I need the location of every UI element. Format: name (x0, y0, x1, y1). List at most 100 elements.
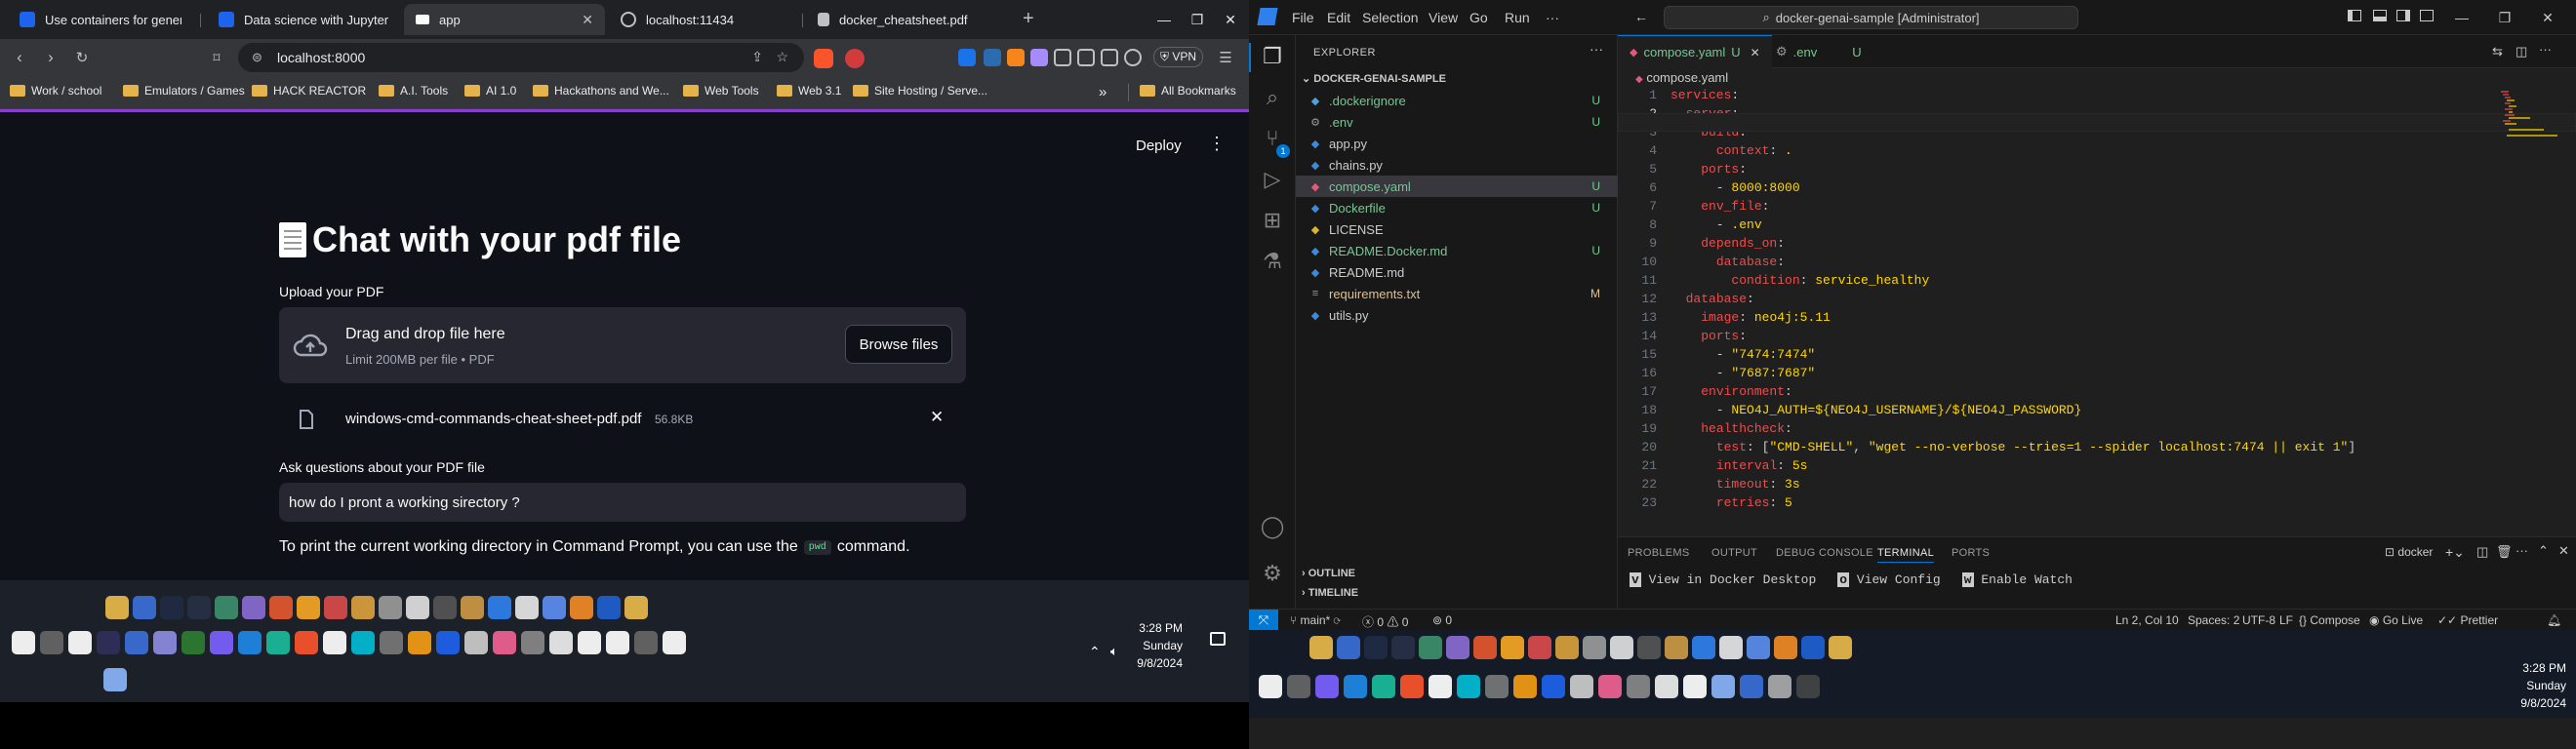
pinned-app-icon[interactable] (433, 596, 457, 619)
timeline-section[interactable]: › TIMELINE (1302, 587, 1358, 599)
maximize-panel-icon[interactable]: ⌃ (2538, 543, 2549, 559)
pinned-app-icon[interactable] (105, 596, 129, 619)
taskbar-app-icon[interactable] (521, 631, 544, 654)
menu-edit[interactable]: Edit (1327, 10, 1350, 25)
pinned-app-icon[interactable] (242, 596, 265, 619)
chevron-up-icon[interactable]: ⌃ (1089, 644, 1101, 660)
all-bookmarks[interactable]: All Bookmarks (1140, 84, 1236, 98)
pinned-app-icon[interactable] (515, 596, 539, 619)
volume-icon[interactable]: 🔈︎ (1110, 644, 1118, 659)
file-tree-item[interactable]: ◆ Dockerfile U (1296, 197, 1618, 218)
split-editor-icon[interactable]: ◫ (2516, 44, 2527, 59)
kill-terminal-icon[interactable]: 🗑︎ (2496, 544, 2513, 560)
extension-purple-icon[interactable] (1030, 49, 1048, 66)
command-center[interactable]: ⌕ docker-genai-sample [Administrator] (1664, 6, 2078, 29)
file-dropzone[interactable]: Drag and drop file here Limit 200MB per … (279, 307, 966, 383)
pinned-app-icon[interactable] (187, 596, 211, 619)
menu-selection[interactable]: Selection (1362, 10, 1419, 25)
bookmark-folder[interactable]: AI 1.0 (464, 84, 516, 98)
metamask-icon[interactable] (1007, 49, 1025, 66)
bookmark-folder[interactable]: Site Hosting / Serve... (853, 84, 987, 98)
taskbar-app-icon[interactable] (68, 631, 92, 654)
bookmark-folder[interactable]: Web Tools (683, 84, 759, 98)
taskbar-app-icon[interactable] (1542, 675, 1565, 698)
remove-file-icon[interactable]: ✕ (930, 408, 944, 427)
restore-button[interactable]: ❐ (1181, 0, 1214, 39)
pinned-app-icon[interactable] (1501, 636, 1524, 659)
taskbar-app-icon[interactable] (266, 631, 290, 654)
file-tree-item[interactable]: ◆ README.Docker.md U (1296, 240, 1618, 261)
pinned-app-icon[interactable] (1391, 636, 1415, 659)
extensions-icon[interactable]: ⊞ (1259, 207, 1286, 234)
pinned-app-icon[interactable] (1419, 636, 1442, 659)
search-icon[interactable]: ⌕ (1259, 84, 1286, 111)
file-tree-item[interactable]: ≡ requirements.txt M (1296, 283, 1618, 304)
pinned-app-icon[interactable] (160, 596, 183, 619)
taskbar-app-icon[interactable] (549, 631, 573, 654)
taskbar-app-icon[interactable] (1711, 675, 1735, 698)
more-icon[interactable]: ··· (2516, 543, 2528, 558)
bookmark-folder[interactable]: HACK REACTOR (252, 84, 366, 98)
tab-data-science[interactable]: Data science with JupyterLab (207, 4, 400, 35)
pinned-app-icon[interactable] (1637, 636, 1661, 659)
taskbar-app-icon[interactable] (97, 631, 120, 654)
taskbar-app-icon[interactable] (1513, 675, 1537, 698)
extension-k2-icon[interactable] (984, 49, 1001, 66)
taskbar-app-icon[interactable] (1315, 675, 1339, 698)
pinned-app-icon[interactable] (1583, 636, 1606, 659)
brave-rewards-icon[interactable] (845, 49, 865, 68)
view-in-docker-desktop[interactable]: v View in Docker Desktop (1630, 572, 1816, 587)
taskbar-app-icon[interactable] (1287, 675, 1310, 698)
taskbar-app-icon[interactable] (1429, 675, 1452, 698)
main-menu-icon[interactable]: ⋮ (1208, 134, 1226, 154)
taskbar-app-icon[interactable] (663, 631, 686, 654)
close-panel-icon[interactable]: ✕ (2558, 543, 2569, 559)
taskbar-app-icon[interactable] (1655, 675, 1678, 698)
vpn-button[interactable]: ⛨ VPN (1153, 47, 1204, 67)
brave-shields-icon[interactable] (814, 49, 833, 68)
pinned-app-icon[interactable] (461, 596, 484, 619)
close-icon[interactable]: ✕ (1751, 46, 1760, 59)
pinned-app-icon[interactable] (624, 596, 648, 619)
ports-indicator[interactable]: ⊚ 0 (1432, 613, 1452, 627)
close-icon[interactable]: ✕ (582, 12, 593, 28)
pinned-app-icon[interactable] (269, 596, 293, 619)
toggle-panel-icon[interactable] (2373, 10, 2387, 21)
bookmark-folder[interactable]: Emulators / Games (123, 84, 245, 98)
pinned-app-icon[interactable] (1801, 636, 1825, 659)
taskbar-app-icon[interactable] (1570, 675, 1593, 698)
pinned-app-icon[interactable] (1719, 636, 1743, 659)
taskbar-app-icon[interactable] (578, 631, 601, 654)
file-tree-item[interactable]: ◆ .dockerignore U (1296, 90, 1618, 111)
taskbar-app-icon[interactable] (1400, 675, 1424, 698)
taskbar-app-icon[interactable] (1259, 675, 1282, 698)
taskbar-app-icon[interactable] (181, 631, 205, 654)
taskbar-app-icon[interactable] (351, 631, 375, 654)
manage-gear-icon[interactable]: ⚙ (1259, 560, 1286, 587)
split-terminal-icon[interactable]: ◫ (2476, 544, 2488, 560)
pinned-app-icon[interactable] (379, 596, 402, 619)
pinned-app-icon[interactable] (297, 596, 320, 619)
bookmark-folder[interactable]: Hackathons and We... (533, 84, 669, 98)
line-ending[interactable]: LF (2279, 613, 2293, 627)
view-config[interactable]: o View Config (1837, 572, 1941, 587)
tab-localhost[interactable]: localhost:11434 (609, 4, 800, 35)
project-folder[interactable]: ⌄ DOCKER-GENAI-SAMPLE (1302, 72, 1446, 85)
tab-env[interactable]: ⚙ .env U (1764, 35, 1873, 68)
file-tree-item[interactable]: ◆ LICENSE (1296, 218, 1618, 240)
taskbar-app-icon[interactable] (1627, 675, 1650, 698)
outline-section[interactable]: › OUTLINE (1302, 568, 1355, 579)
testing-icon[interactable]: ⚗ (1259, 248, 1286, 275)
taskbar-app-icon[interactable] (1344, 675, 1367, 698)
account-icon[interactable]: ◯ (1259, 513, 1286, 540)
taskbar-app-icon[interactable] (1457, 675, 1480, 698)
encoding[interactable]: UTF-8 (2242, 613, 2275, 627)
window-close-button[interactable]: ✕ (1214, 0, 1247, 39)
file-tree-item[interactable]: ◆ chains.py (1296, 154, 1618, 176)
bookmark-folder[interactable]: Web 3.1 (777, 84, 841, 98)
taskbar-app-icon[interactable] (436, 631, 460, 654)
bookmark-folder[interactable]: Work / school (10, 84, 101, 98)
menu-go[interactable]: Go (1469, 10, 1488, 25)
new-terminal-icon[interactable]: +⌄ (2445, 544, 2465, 561)
pinned-app-icon[interactable] (324, 596, 347, 619)
